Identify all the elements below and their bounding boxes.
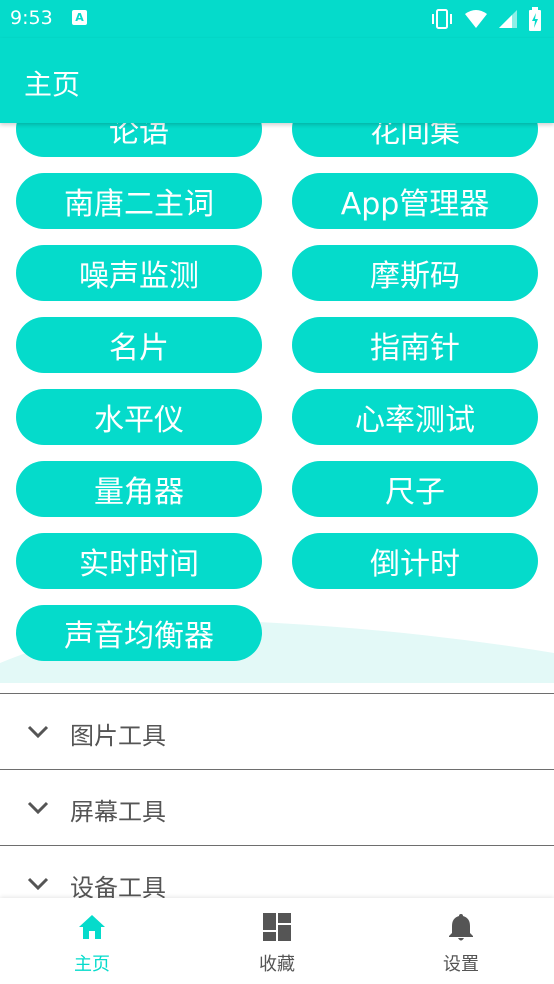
- section-image-tools[interactable]: 图片工具: [0, 693, 554, 769]
- content-scroll[interactable]: 论语 花间集 南唐二主词 App管理器 噪声监测 摩斯码 名片 指南针 水平仪 …: [0, 123, 554, 898]
- vibrate-icon: [432, 9, 452, 29]
- nav-home[interactable]: 主页: [0, 898, 184, 984]
- section-label: 屏幕工具: [70, 798, 166, 826]
- section-device-tools[interactable]: 设备工具: [0, 845, 554, 898]
- tool-button-heart-rate[interactable]: 心率测试: [292, 389, 538, 445]
- tool-button-protractor[interactable]: 量角器: [16, 461, 262, 517]
- tool-button-nantang[interactable]: 南唐二主词: [16, 173, 262, 229]
- bottom-nav: 主页 收藏 设置: [0, 898, 554, 984]
- tool-button-level[interactable]: 水平仪: [16, 389, 262, 445]
- section-screen-tools[interactable]: 屏幕工具: [0, 769, 554, 845]
- nav-home-label: 主页: [74, 954, 110, 975]
- tool-button-realtime-clock[interactable]: 实时时间: [16, 533, 262, 589]
- nav-settings[interactable]: 设置: [369, 898, 553, 984]
- page-title: 主页: [24, 68, 81, 101]
- tool-button-app-manager[interactable]: App管理器: [292, 173, 538, 229]
- section-label: 图片工具: [70, 722, 166, 750]
- tool-button-huajianji[interactable]: 花间集: [292, 123, 538, 157]
- tool-button-equalizer[interactable]: 声音均衡器: [16, 605, 262, 661]
- battery-icon: [529, 7, 541, 31]
- tool-button-countdown[interactable]: 倒计时: [292, 533, 538, 589]
- app-bar: 主页: [0, 38, 554, 123]
- section-label: 设备工具: [70, 874, 166, 898]
- wifi-icon: [465, 10, 487, 28]
- nav-favorites[interactable]: 收藏: [185, 898, 369, 984]
- notification-icon: A: [72, 10, 87, 25]
- chevron-down-icon: [27, 801, 49, 815]
- nav-settings-label: 设置: [443, 954, 479, 975]
- status-bar: 9:53 A: [0, 0, 554, 38]
- tool-button-business-card[interactable]: 名片: [16, 317, 262, 373]
- nav-favorites-label: 收藏: [259, 954, 295, 975]
- status-icons: [430, 7, 542, 31]
- status-time: 9:53: [10, 7, 53, 29]
- signal-icon: [499, 10, 517, 28]
- tool-button-lunyu[interactable]: 论语: [16, 123, 262, 157]
- chevron-down-icon: [27, 725, 49, 739]
- tool-button-morse[interactable]: 摩斯码: [292, 245, 538, 301]
- chevron-down-icon: [27, 877, 49, 891]
- bell-icon: [449, 914, 473, 941]
- tool-button-compass[interactable]: 指南针: [292, 317, 538, 373]
- home-icon: [79, 915, 105, 939]
- dashboard-icon: [263, 913, 291, 941]
- tool-button-ruler[interactable]: 尺子: [292, 461, 538, 517]
- tool-button-noise-monitor[interactable]: 噪声监测: [16, 245, 262, 301]
